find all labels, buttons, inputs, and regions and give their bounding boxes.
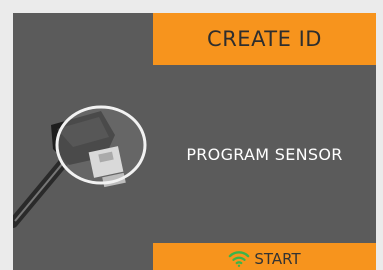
wifi-icon: [229, 250, 250, 267]
program-sensor-label: PROGRAM SENSOR: [186, 145, 343, 164]
start-button[interactable]: START: [153, 243, 376, 270]
page-title: CREATE ID: [207, 27, 322, 51]
title-bar: CREATE ID: [153, 13, 376, 65]
tpms-sensor-magnifier-icon: [13, 105, 147, 228]
device-screen: CREATE ID PROGRAM SENSOR START: [13, 13, 376, 270]
start-label: START: [254, 249, 301, 268]
